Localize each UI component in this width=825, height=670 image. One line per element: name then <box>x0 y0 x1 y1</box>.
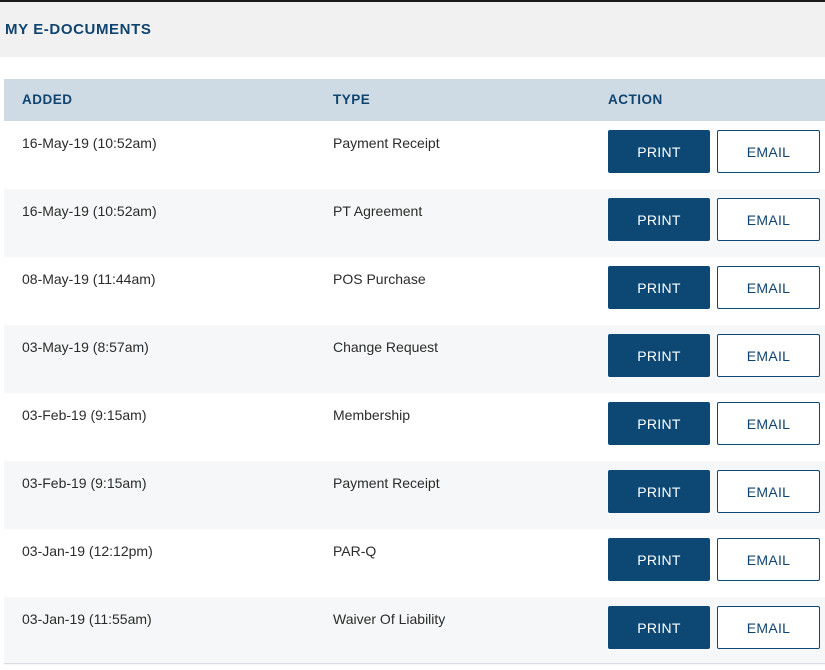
column-header-action: ACTION <box>608 92 663 107</box>
document-type-cell: Payment Receipt <box>333 135 440 151</box>
table-row: 08-May-19 (11:44am) POS Purchase PRINT E… <box>4 257 825 325</box>
email-button[interactable]: EMAIL <box>717 198 820 241</box>
print-button[interactable]: PRINT <box>608 606 710 649</box>
table-row: 03-Feb-19 (9:15am) Membership PRINT EMAI… <box>4 393 825 461</box>
table-header: ADDED TYPE ACTION <box>4 79 825 121</box>
document-type-cell: Payment Receipt <box>333 475 440 491</box>
print-button[interactable]: PRINT <box>608 470 710 513</box>
added-date-cell: 03-Feb-19 (9:15am) <box>22 407 147 423</box>
print-button[interactable]: PRINT <box>608 130 710 173</box>
email-button[interactable]: EMAIL <box>717 538 820 581</box>
print-button[interactable]: PRINT <box>608 198 710 241</box>
table-row: 03-Jan-19 (11:55am) Waiver Of Liability … <box>4 597 825 665</box>
table-body: 16-May-19 (10:52am) Payment Receipt PRIN… <box>4 121 825 665</box>
document-type-cell: Change Request <box>333 339 439 355</box>
added-date-cell: 03-Jan-19 (11:55am) <box>22 611 152 627</box>
print-button[interactable]: PRINT <box>608 402 710 445</box>
added-date-cell: 08-May-19 (11:44am) <box>22 271 156 287</box>
document-type-cell: Waiver Of Liability <box>333 611 446 627</box>
added-date-cell: 03-May-19 (8:57am) <box>22 339 149 355</box>
added-date-cell: 03-Feb-19 (9:15am) <box>22 475 147 491</box>
email-button[interactable]: EMAIL <box>717 606 820 649</box>
column-header-added: ADDED <box>22 92 73 107</box>
column-header-type: TYPE <box>333 92 371 107</box>
document-type-cell: PT Agreement <box>333 203 423 219</box>
print-button[interactable]: PRINT <box>608 334 710 377</box>
document-type-cell: PAR-Q <box>333 543 377 559</box>
table-bottom-divider <box>4 663 825 664</box>
document-type-cell: POS Purchase <box>333 271 426 287</box>
title-bar: MY E-DOCUMENTS <box>0 2 825 57</box>
table-row: 16-May-19 (10:52am) Payment Receipt PRIN… <box>4 121 825 189</box>
documents-table: ADDED TYPE ACTION 16-May-19 (10:52am) Pa… <box>4 79 825 665</box>
added-date-cell: 16-May-19 (10:52am) <box>22 135 157 151</box>
page-title: MY E-DOCUMENTS <box>5 21 152 38</box>
print-button[interactable]: PRINT <box>608 266 710 309</box>
table-row: 03-May-19 (8:57am) Change Request PRINT … <box>4 325 825 393</box>
added-date-cell: 03-Jan-19 (12:12pm) <box>22 543 153 559</box>
email-button[interactable]: EMAIL <box>717 130 820 173</box>
email-button[interactable]: EMAIL <box>717 470 820 513</box>
table-row: 16-May-19 (10:52am) PT Agreement PRINT E… <box>4 189 825 257</box>
email-button[interactable]: EMAIL <box>717 266 820 309</box>
email-button[interactable]: EMAIL <box>717 402 820 445</box>
print-button[interactable]: PRINT <box>608 538 710 581</box>
document-type-cell: Membership <box>333 407 411 423</box>
table-row: 03-Jan-19 (12:12pm) PAR-Q PRINT EMAIL <box>4 529 825 597</box>
email-button[interactable]: EMAIL <box>717 334 820 377</box>
table-row: 03-Feb-19 (9:15am) Payment Receipt PRINT… <box>4 461 825 529</box>
added-date-cell: 16-May-19 (10:52am) <box>22 203 157 219</box>
